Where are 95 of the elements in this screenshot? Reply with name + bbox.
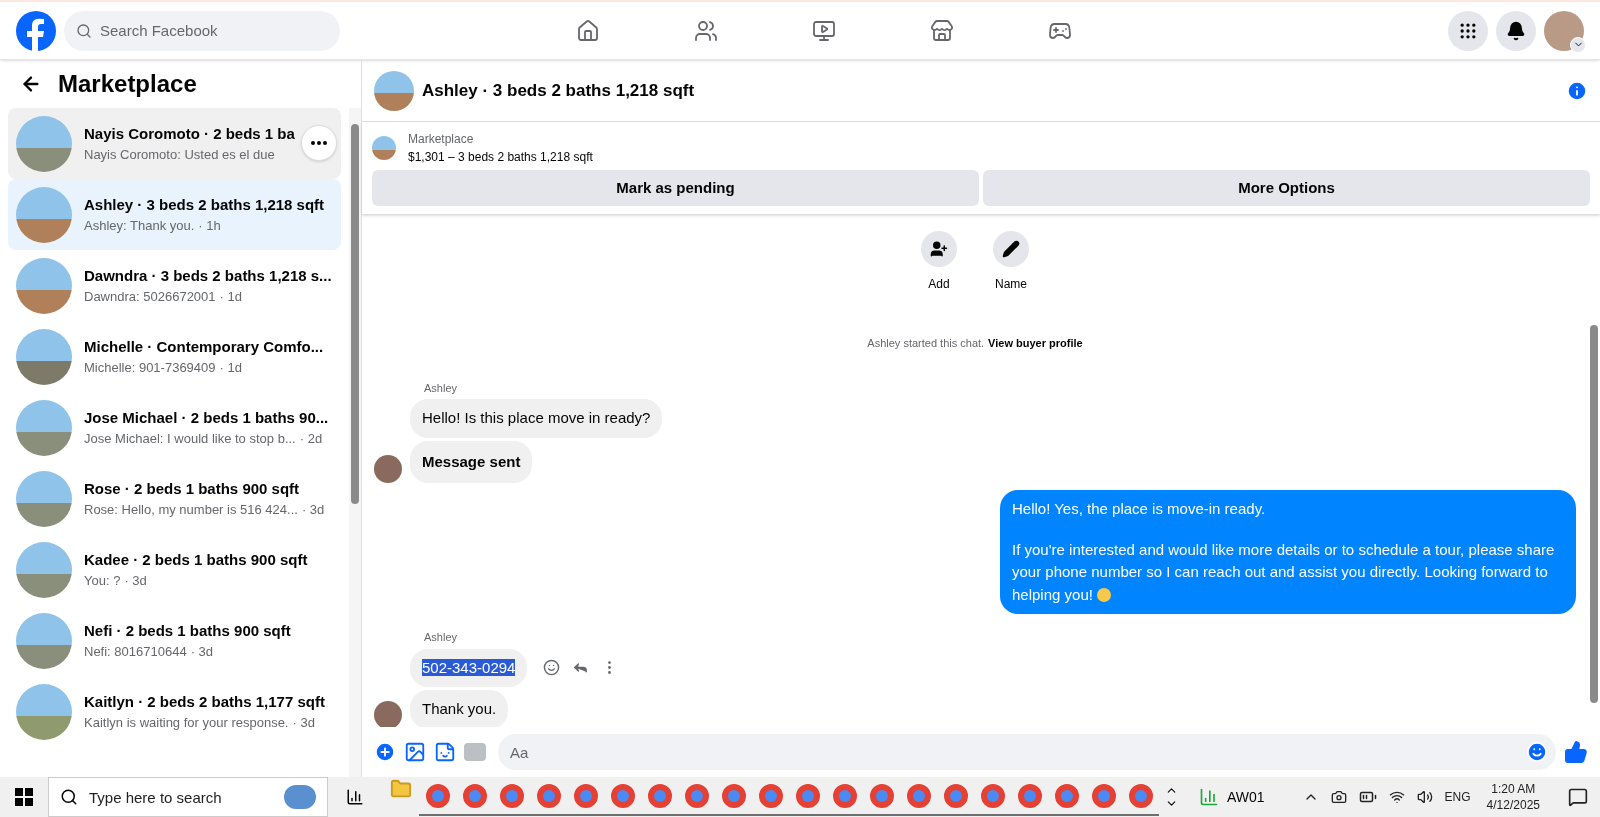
conversation-time: · 2d [299,430,323,448]
network-label: AW01 [1227,787,1265,807]
conversation-title: Ashley · 3 beds 2 baths 1,218 sqft [84,194,325,215]
listing-label: Marketplace [408,131,475,148]
conversation-preview: Michelle: 901-7369409 [84,359,216,377]
conversation-time: · 1d [219,288,242,306]
conversation-title: Kaitlyn · 2 beds 2 baths 1,177 sqft [84,691,325,712]
chat-action-label: Name [995,276,1027,293]
conversation-preview: Nefi: 8016710644 [84,643,187,661]
react-icon[interactable] [543,659,561,677]
volume-icon[interactable] [1416,789,1433,805]
conversation-title: Nayis Coromoto · 2 beds 1 ba [84,123,295,144]
chat-title: Ashley · 3 beds 2 baths 1,218 sqft [422,79,695,102]
search-icon [60,788,78,806]
camera-icon[interactable] [1330,789,1347,805]
message-paragraph: Hello! Yes, the place is move-in ready. [1012,499,1267,519]
house-photo-placeholder [16,186,72,243]
sticker-icon[interactable] [434,741,456,763]
chevron-down-icon [1570,36,1586,53]
clock-time: 1:20 AM [1491,781,1536,797]
house-photo-placeholder [16,612,72,669]
pencil-icon [1002,240,1020,258]
chat-action-label: Add [928,276,950,293]
conversation-time: · 3d [124,572,147,590]
profile-avatar[interactable] [1544,10,1584,51]
chat-action-button[interactable] [993,231,1029,267]
more-icon [311,141,327,145]
house-photo-placeholder [16,257,72,314]
wifi-icon[interactable] [1388,789,1405,805]
conversation-preview: Dawndra: 5026672001 [84,288,216,306]
clock-date: 4/12/2025 [1486,797,1540,813]
incoming-message: Hello! Is this place move in ready? [410,399,663,438]
conversation-preview: Rose: Hello, my number is 516 424... [84,501,298,519]
conversation-item[interactable]: Ashley · 3 beds 2 baths 1,218 sqft Ashley: Thank you. · 1h [8,179,341,250]
facebook-logo-icon[interactable] [16,10,56,51]
incoming-message: 502-343-0294 [410,648,528,687]
conversation-title: Michelle · Contemporary Comfo... [84,336,324,357]
language-indicator[interactable]: ENG [1444,788,1471,806]
signal-bars-icon [1199,787,1219,807]
taskbar-search-field[interactable]: Type here to search [48,777,328,817]
incoming-message: Thank you. [410,690,509,727]
house-photo-placeholder [372,136,396,160]
house-photo-placeholder [374,70,414,111]
like-icon[interactable] [1564,740,1588,764]
sender-name: Ashley [424,630,459,645]
conversation-title: Jose Michael · 2 beds 1 baths 90... [84,407,329,428]
conversation-preview: You: ? [84,572,121,590]
emoji-icon[interactable] [1526,741,1548,763]
scrollbar[interactable] [349,108,361,777]
info-icon[interactable] [1566,79,1588,102]
conversation-preview: Jose Michael: I would like to stop b... [84,430,296,448]
conversation-item[interactable]: Nayis Coromoto · 2 beds 1 ba Nayis Coromoto: Usted es el due [8,108,341,179]
video-icon [812,18,836,43]
listing-action-button[interactable]: More Options [983,170,1590,206]
message-input[interactable]: Aa [498,734,1556,770]
message-paragraph: If you're interested and would like more details or to schedule a tour, please share your phone number so I can reach out and assist you directly. Looking forward to helping you! [1012,539,1556,605]
notifications-button[interactable] [1496,10,1536,51]
house-photo-placeholder [16,399,72,456]
notification-icon[interactable] [1568,787,1588,807]
add-icon[interactable] [374,741,396,763]
chat-action-button[interactable] [921,231,957,267]
bell-icon [1506,20,1526,41]
listing-summary: $1,301 – 3 beds 2 baths 1,218 sqft [408,149,593,166]
image-icon[interactable] [404,741,426,763]
conversation-title: Rose · 2 beds 1 baths 900 sqft [84,478,301,499]
house-photo-placeholder [16,328,72,385]
chat-start-notice: Ashley started this chat. [867,336,985,351]
house-photo-placeholder [16,683,72,740]
home-icon [576,18,600,43]
listing-action-button[interactable]: Mark as pending [372,170,979,206]
more-options-button[interactable] [301,125,337,161]
conversation-title: Dawndra · 3 beds 2 baths 1,218 s... [84,265,332,286]
conversation-time: · 3d [292,714,315,732]
conversation-time: · 3d [301,501,325,519]
conversation-time: · 1h [198,217,221,235]
sidebar-title: Marketplace [58,69,197,99]
conversation-preview: Nayis Coromoto: Usted es el due [84,146,275,164]
sender-name: Ashley [424,380,459,396]
conversation-time: · 3d [190,643,214,661]
incoming-message: Message sent [410,440,533,483]
friends-icon [694,18,718,43]
menu-button[interactable] [1448,10,1488,51]
search-field[interactable]: Search Facebook [64,10,340,51]
conversation-preview: Ashley: Thank you. [84,217,195,235]
conversation-preview: Kaitlyn is waiting for your response. [84,714,289,732]
conversation-time: · 1d [219,359,242,377]
add-person-icon [930,240,948,258]
view-buyer-profile-link[interactable]: View buyer profile [988,335,1083,352]
store-icon [930,18,954,43]
house-photo-placeholder [16,115,72,172]
house-photo-placeholder [16,541,72,598]
house-photo-placeholder [16,470,72,527]
search-icon [76,22,92,39]
conversation-title: Kadee · 2 beds 1 baths 900 sqft [84,549,308,570]
conversation-title: Nefi · 2 beds 1 baths 900 sqft [84,620,291,641]
